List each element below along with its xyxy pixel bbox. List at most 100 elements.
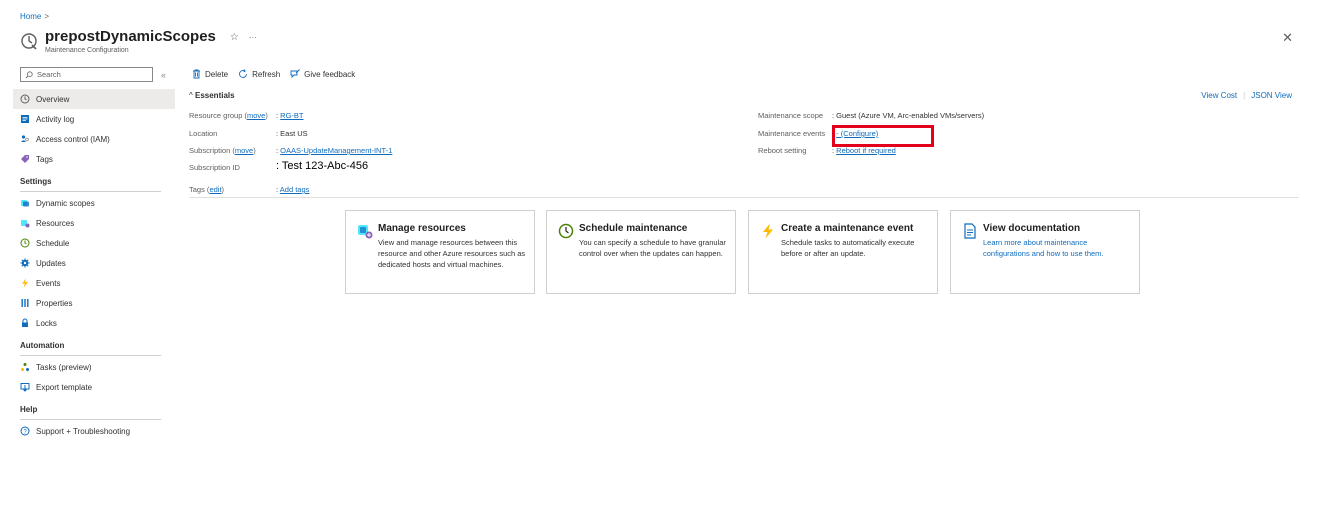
refresh-button[interactable]: Refresh <box>238 69 280 79</box>
essentials-toggle[interactable]: ^ Essentials <box>189 91 235 100</box>
maintenance-scope-row: Maintenance scope : Guest (Azure VM, Arc… <box>758 111 985 120</box>
sidebar-item-overview[interactable]: Overview <box>13 89 175 109</box>
maintenance-config-icon <box>21 33 37 50</box>
resource-group-value[interactable]: RG-BT <box>280 111 303 120</box>
card-view-documentation[interactable]: View documentation Learn more about main… <box>950 210 1140 294</box>
properties-icon <box>20 298 30 308</box>
subscription-value[interactable]: OAAS-UpdateManagement-INT-1 <box>280 146 392 155</box>
tasks-icon <box>20 362 30 372</box>
link-divider: | <box>1243 91 1246 100</box>
lock-icon <box>20 318 30 328</box>
close-icon[interactable]: ✕ <box>1282 30 1293 46</box>
trash-icon <box>193 69 200 79</box>
give-feedback-button[interactable]: Give feedback <box>290 69 355 79</box>
reboot-setting-value[interactable]: Reboot if required <box>836 146 896 155</box>
location-value: East US <box>280 129 308 138</box>
document-icon <box>964 223 976 239</box>
subscription-label: Subscription (move) <box>189 146 256 155</box>
sidebar-item-export-template[interactable]: Export template <box>13 377 175 397</box>
clock-icon <box>20 238 30 248</box>
page-subtitle: Maintenance Configuration <box>45 47 129 54</box>
refresh-icon <box>239 69 248 78</box>
location-label: Location <box>189 129 218 138</box>
subscription-id-label: Subscription ID <box>189 163 240 172</box>
sidebar-item-activity-log[interactable]: Activity log <box>13 109 175 129</box>
dynamic-scopes-icon <box>20 198 30 208</box>
collapse-sidebar-button[interactable]: « <box>161 70 166 80</box>
reboot-setting-label: Reboot setting <box>758 146 807 155</box>
breadcrumb: Home > <box>20 12 49 21</box>
tag-icon <box>20 154 30 164</box>
page-header: prepostDynamicScopes Maintenance Configu… <box>20 28 257 54</box>
card-title: View documentation <box>983 223 1081 234</box>
sidebar-item-label: Tasks (preview) <box>36 362 92 372</box>
subscription-move-link[interactable]: move <box>235 146 253 155</box>
essentials-divider <box>189 197 1299 198</box>
sidebar-item-resources[interactable]: Resources <box>13 213 175 233</box>
chevron-up-icon: ^ <box>189 91 193 100</box>
card-description: You can specify a schedule to have granu… <box>579 238 726 258</box>
page-title: prepostDynamicScopes <box>45 28 216 45</box>
maintenance-scope-value: Guest (Azure VM, Arc-enabled VMs/servers… <box>836 111 985 120</box>
support-icon: ? <box>20 426 30 436</box>
resources-icon <box>20 218 30 228</box>
sidebar-item-label: Access control (IAM) <box>36 134 110 144</box>
sidebar-item-label: Overview <box>36 94 70 104</box>
reboot-setting-row: Reboot setting : Reboot if required <box>758 146 896 155</box>
search-icon <box>25 70 33 78</box>
sidebar-item-support[interactable]: ? Support + Troubleshooting <box>13 421 175 441</box>
activity-log-icon <box>20 114 30 124</box>
sidebar-item-dynamic-scopes[interactable]: Dynamic scopes <box>13 193 175 213</box>
command-bar: Delete Refresh Give feedback <box>192 69 355 79</box>
sidebar-item-properties[interactable]: Properties <box>13 293 175 313</box>
delete-button[interactable]: Delete <box>192 69 228 79</box>
delete-label: Delete <box>205 69 229 79</box>
sidebar-item-schedule[interactable]: Schedule <box>13 233 175 253</box>
view-links: View Cost | JSON View <box>1201 91 1292 100</box>
export-icon <box>20 382 30 392</box>
card-description[interactable]: Learn more about maintenance configurati… <box>983 237 1133 259</box>
card-title: Create a maintenance event <box>781 223 914 234</box>
favorite-star-icon[interactable]: ☆ <box>230 32 239 43</box>
resource-group-row: Resource group (move) : RG-BT <box>189 111 304 120</box>
card-manage-resources[interactable]: Manage resources View and manage resourc… <box>345 210 535 294</box>
section-divider <box>20 191 161 192</box>
sidebar-search-input[interactable]: Search <box>20 67 153 82</box>
subscription-id-value: Test 123-Abc-456 <box>281 160 369 172</box>
sidebar-item-tasks[interactable]: Tasks (preview) <box>13 357 175 377</box>
card-description: View and manage resources between this r… <box>378 238 526 269</box>
json-view-link[interactable]: JSON View <box>1251 91 1292 100</box>
lightning-icon <box>763 223 773 239</box>
view-cost-link[interactable]: View Cost <box>1201 91 1237 100</box>
card-create-maintenance-event[interactable]: Create a maintenance event Schedule task… <box>748 210 938 294</box>
card-description: Schedule tasks to automatically execute … <box>781 238 915 258</box>
sidebar-item-label: Dynamic scopes <box>36 198 95 208</box>
sidebar-item-label: Properties <box>36 298 73 308</box>
card-schedule-maintenance[interactable]: Schedule maintenance You can specify a s… <box>546 210 736 294</box>
add-tags-link[interactable]: Add tags <box>280 185 310 194</box>
card-title: Schedule maintenance <box>579 223 688 234</box>
section-divider <box>20 355 161 356</box>
sidebar-item-label: Resources <box>36 218 75 228</box>
maintenance-icon <box>20 94 30 104</box>
resource-group-label: Resource group (move) <box>189 111 268 120</box>
sidebar-item-updates[interactable]: Updates <box>13 253 175 273</box>
breadcrumb-home[interactable]: Home <box>20 12 41 21</box>
maintenance-events-label: Maintenance events <box>758 129 826 138</box>
sidebar-item-label: Support + Troubleshooting <box>36 426 131 436</box>
tags-row: Tags (edit) : Add tags <box>189 185 310 194</box>
sidebar-item-tags[interactable]: Tags <box>13 149 175 169</box>
tags-label: Tags (edit) <box>189 185 225 194</box>
resource-group-move-link[interactable]: move <box>247 111 265 120</box>
sidebar-section-automation: Automation <box>20 340 65 350</box>
section-divider <box>20 419 161 420</box>
sidebar-item-label: Events <box>36 278 61 288</box>
sidebar-item-access-control[interactable]: Access control (IAM) <box>13 129 175 149</box>
tags-edit-link[interactable]: edit <box>209 185 221 194</box>
iam-icon <box>20 134 30 144</box>
more-options-icon[interactable]: ··· <box>249 33 257 42</box>
sidebar-item-events[interactable]: Events <box>13 273 175 293</box>
sidebar-item-locks[interactable]: Locks <box>13 313 175 333</box>
feedback-icon <box>290 69 300 79</box>
sidebar-item-label: Export template <box>36 382 93 392</box>
